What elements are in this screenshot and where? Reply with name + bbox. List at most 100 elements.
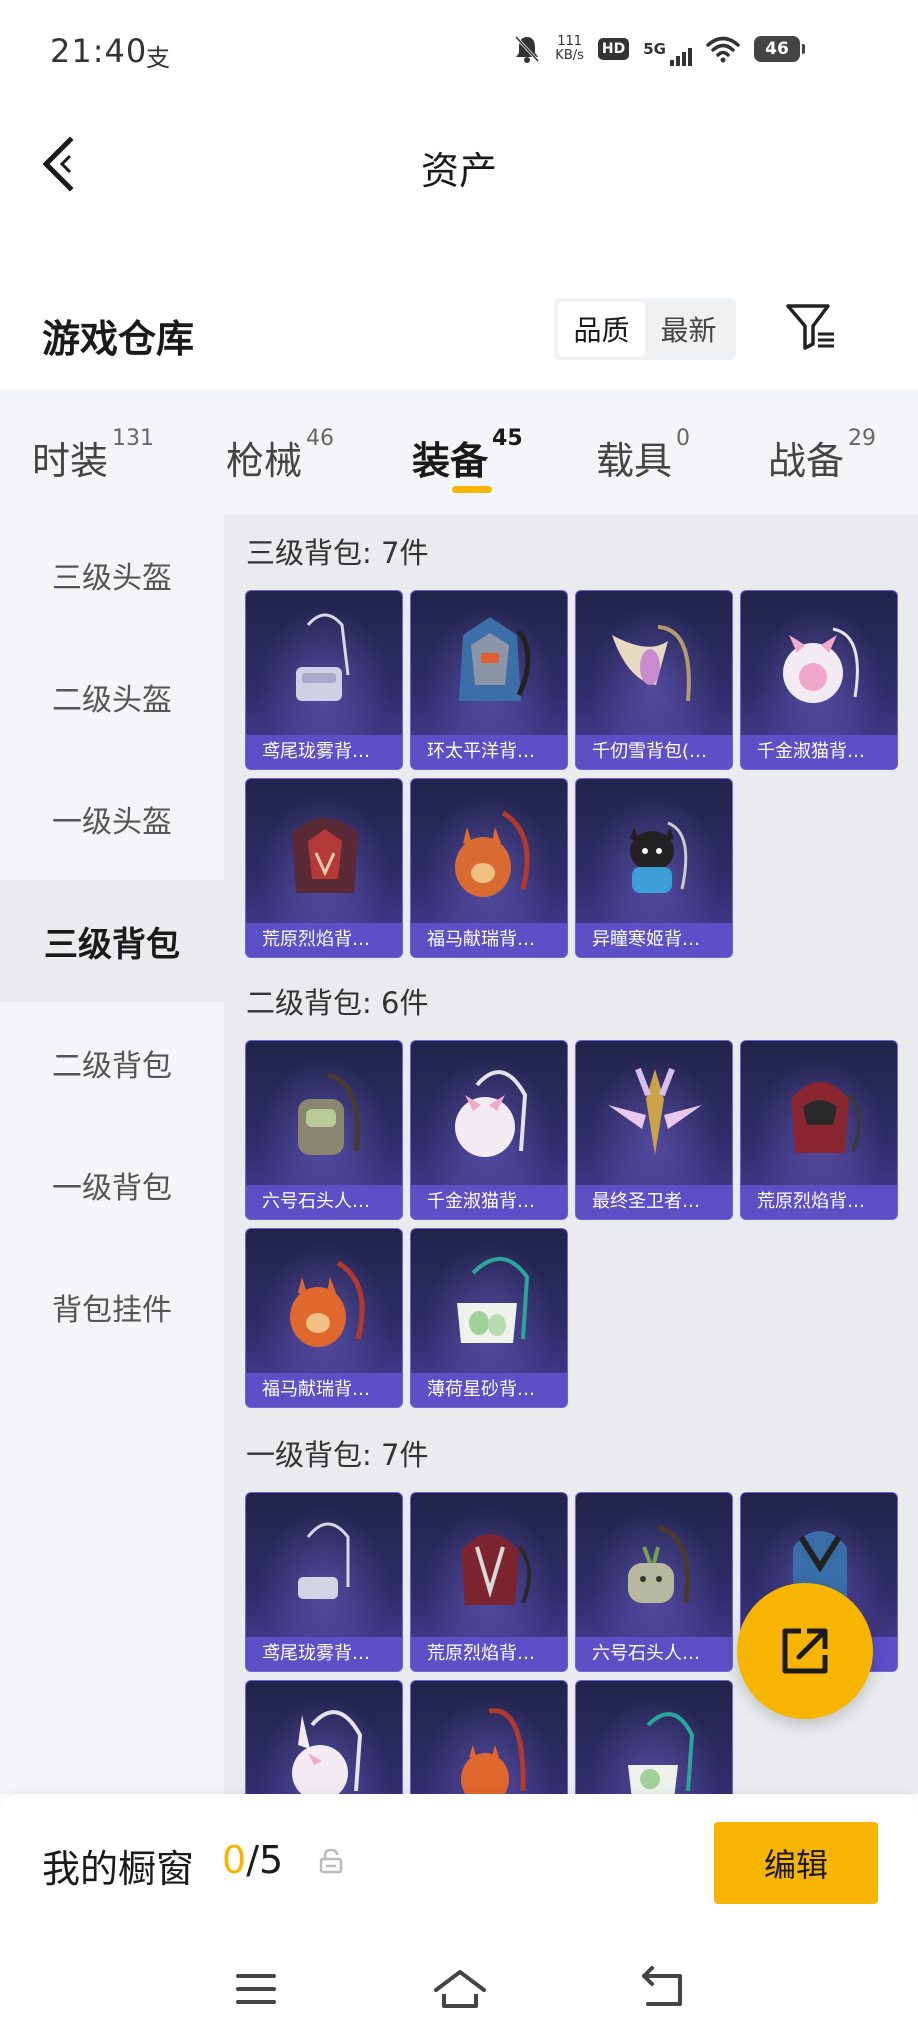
share-export-icon (782, 1628, 828, 1674)
item-name: 荒原烈焰背… (741, 1185, 897, 1219)
sidebar-item-level1-helmet[interactable]: 一级头盔 (0, 758, 224, 880)
item-card[interactable] (575, 1680, 733, 1794)
item-card[interactable]: 鸢尾珑雾背… (245, 590, 403, 770)
item-card[interactable]: 最终圣卫者… (575, 1040, 733, 1220)
item-card[interactable]: 六号石头人… (575, 1492, 733, 1672)
sidebar-item-level2-helmet[interactable]: 二级头盔 (0, 636, 224, 758)
backpack-image (628, 1524, 690, 1604)
warehouse-title: 游戏仓库 (42, 317, 195, 361)
sort-by-newest-button[interactable]: 最新 (645, 302, 732, 356)
active-tab-indicator (452, 486, 492, 493)
item-name: 最终圣卫者… (576, 1185, 732, 1219)
item-name-text: 环太平洋背… (427, 741, 535, 762)
item-name: 荒原烈焰背… (246, 923, 402, 957)
item-card[interactable] (245, 1680, 403, 1794)
sidebar-item-level2-backpack[interactable]: 二级背包 (0, 1002, 224, 1124)
wifi-icon (706, 36, 740, 63)
tab-vehicles[interactable]: 载具0 (596, 426, 690, 485)
lock-icon (319, 1848, 343, 1874)
tab-label: 战备 (768, 439, 845, 483)
backpack-image (459, 617, 531, 701)
backpack-image (292, 818, 358, 893)
item-name: 六号石头人… (246, 1185, 402, 1219)
item-name: 千金淑猫背… (741, 735, 897, 769)
item-name-text: 六号石头人… (262, 1191, 370, 1212)
tab-combat-supplies[interactable]: 战备29 (768, 426, 876, 485)
sidebar-item-level3-backpack[interactable]: 三级背包 (0, 880, 224, 1002)
edit-button[interactable]: 编辑 (714, 1822, 878, 1904)
showcase-count: 0/5 (222, 1838, 283, 1882)
backpack-image (455, 810, 530, 897)
tab-fashion[interactable]: 时装131 (32, 426, 154, 485)
showcase-title: 我的橱窗 (42, 1847, 195, 1891)
showcase-bar: 我的橱窗 0/5 编辑 (0, 1794, 918, 1934)
item-name-text: 最终圣卫者… (592, 1191, 700, 1212)
sidebar-item-level1-backpack[interactable]: 一级背包 (0, 1124, 224, 1246)
status-bar: 21:40 支 111 KB/s HD 5G 46 (0, 0, 918, 105)
network-speed: 111 KB/s (555, 35, 584, 63)
showcase-current: 0 (222, 1838, 247, 1882)
item-card[interactable]: 千金淑猫背… (740, 590, 898, 770)
item-name: 鸢尾珑雾背… (246, 1637, 402, 1671)
item-name: 福马献瑞背… (411, 923, 567, 957)
item-card[interactable]: 荒原烈焰背… (410, 1492, 568, 1672)
sidebar-item-backpack-charms[interactable]: 背包挂件 (0, 1246, 224, 1368)
item-card[interactable]: 环太平洋背… (410, 590, 568, 770)
item-card[interactable]: 薄荷星砂背… (410, 1228, 568, 1408)
network-speed-unit: KB/s (555, 48, 584, 63)
item-name-text: 薄荷星砂背… (427, 1379, 535, 1400)
item-card[interactable]: 鸢尾珑雾背… (245, 1492, 403, 1672)
item-name-text: 福马献瑞背… (427, 929, 535, 950)
item-name-text: 千金淑猫背… (427, 1191, 535, 1212)
home-icon[interactable] (430, 1964, 490, 2014)
showcase-total: /5 (246, 1838, 284, 1882)
item-name: 千仞雪背包(… (576, 735, 732, 769)
item-card[interactable]: 荒原烈焰背… (740, 1040, 898, 1220)
mute-bell-icon (515, 35, 540, 63)
item-card[interactable]: 福马献瑞背… (410, 778, 568, 958)
share-fab-button[interactable] (737, 1583, 873, 1719)
item-name-text: 荒原烈焰背… (757, 1191, 865, 1212)
item-card[interactable]: 异瞳寒姬背… (575, 778, 733, 958)
item-name: 环太平洋背… (411, 735, 567, 769)
tab-label: 时装 (32, 439, 109, 483)
sidebar-item-level3-helmet[interactable]: 三级头盔 (0, 514, 224, 636)
backpack-image (608, 1067, 702, 1155)
sort-by-quality-button[interactable]: 品质 (558, 302, 645, 356)
item-card[interactable]: 福马献瑞背… (245, 1228, 403, 1408)
item-name-text: 六号石头人… (592, 1643, 700, 1664)
item-card[interactable]: 六号石头人… (245, 1040, 403, 1220)
sort-toggle: 品质 最新 (554, 298, 736, 360)
item-card[interactable]: 千金淑猫背… (410, 1040, 568, 1220)
backpack-image (457, 1256, 530, 1343)
tab-label: 装备 (412, 439, 489, 483)
tab-equipment[interactable]: 装备45 (412, 426, 523, 485)
tab-count: 29 (848, 426, 877, 451)
item-name-text: 千仞雪背包(… (592, 741, 708, 762)
tab-label: 枪械 (226, 439, 303, 483)
sidebar: 三级头盔 二级头盔 一级头盔 三级背包 二级背包 一级背包 背包挂件 (0, 514, 224, 1794)
backpack-image (455, 1070, 528, 1157)
tab-count: 131 (112, 426, 155, 451)
item-name-text: 荒原烈焰背… (427, 1643, 535, 1664)
backpack-image (296, 613, 350, 701)
network-type: 5G (643, 40, 666, 58)
section-title-level1: 一级背包: 7件 (246, 1438, 429, 1472)
tab-firearms[interactable]: 枪械46 (226, 426, 334, 485)
item-card[interactable]: 荒原烈焰背… (245, 778, 403, 958)
warehouse-bar: 游戏仓库 品质 最新 (0, 290, 918, 390)
item-name: 六号石头人… (576, 1637, 732, 1671)
item-name: 异瞳寒姬背… (576, 923, 732, 957)
section-title-level3: 三级背包: 7件 (246, 536, 429, 570)
menu-icon[interactable] (226, 1964, 286, 2014)
page-title: 资产 (420, 149, 497, 193)
battery-icon: 46 (754, 36, 805, 62)
back-icon[interactable] (634, 1964, 694, 2014)
filter-icon[interactable] (784, 300, 838, 354)
tab-count: 0 (676, 426, 691, 451)
item-card[interactable] (410, 1680, 568, 1794)
item-card[interactable]: 千仞雪背包(… (575, 590, 733, 770)
item-name: 薄荷星砂背… (411, 1373, 567, 1407)
backpack-image (612, 625, 691, 702)
item-name: 鸢尾珑雾背… (246, 735, 402, 769)
